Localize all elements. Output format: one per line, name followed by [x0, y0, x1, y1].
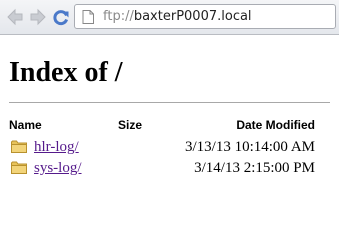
column-header-name: Name [9, 118, 42, 132]
column-header-size: Size [118, 118, 143, 132]
entry-date: 3/14/13 2:15:00 PM [194, 160, 315, 176]
column-header-date: Date Modified [236, 118, 315, 132]
forward-arrow-icon[interactable] [28, 7, 48, 27]
page-title: Index of / [9, 57, 123, 88]
list-item: sys-log/ 3/14/13 2:15:00 PM [0, 159, 339, 179]
url-scheme: ftp:// [103, 9, 134, 24]
folder-icon [11, 161, 27, 174]
entry-link-hlr-log[interactable]: hlr-log/ [34, 138, 79, 156]
url-host: baxterP0007.local [133, 9, 252, 24]
divider [9, 102, 330, 103]
folder-icon [11, 140, 27, 153]
browser-toolbar: ftp://baxterP0007.local [0, 0, 339, 35]
reload-icon[interactable] [51, 7, 71, 27]
page-icon [82, 10, 94, 24]
address-bar[interactable]: ftp://baxterP0007.local [74, 4, 336, 29]
entry-link-sys-log[interactable]: sys-log/ [34, 159, 82, 177]
back-arrow-icon[interactable] [5, 7, 25, 27]
entry-date: 3/13/13 10:14:00 AM [184, 139, 315, 155]
list-item: hlr-log/ 3/13/13 10:14:00 AM [0, 138, 339, 158]
url-text: ftp://baxterP0007.local [103, 9, 252, 25]
